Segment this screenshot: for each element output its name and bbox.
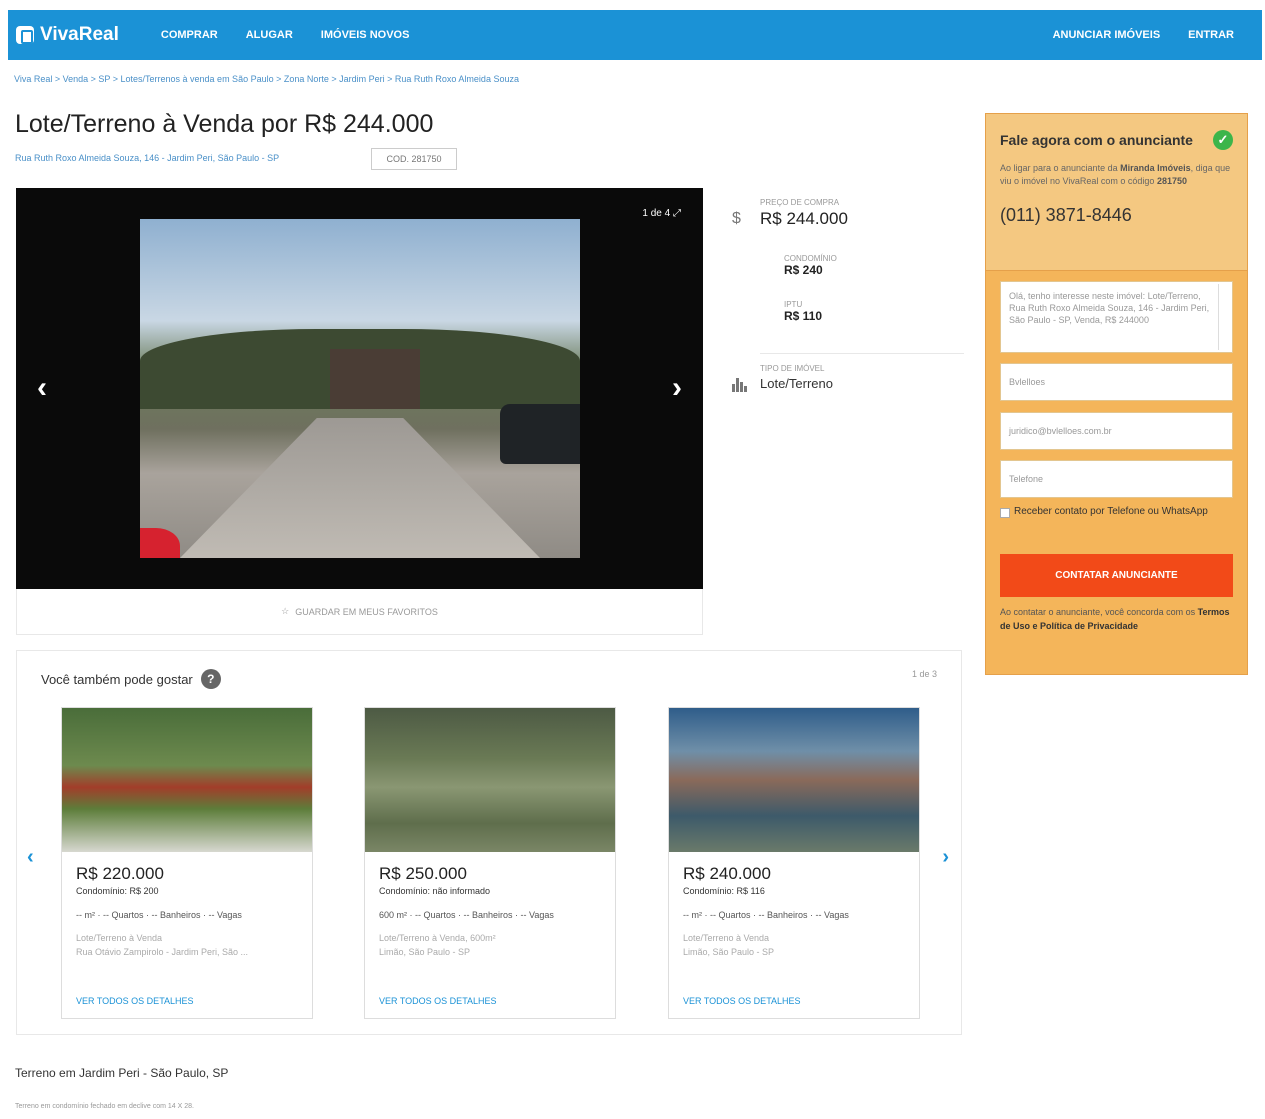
card-details-link[interactable]: VER TODOS OS DETALHES (379, 996, 497, 1006)
message-textarea[interactable]: Olá, tenho interesse neste imóvel: Lote/… (1000, 281, 1233, 353)
whatsapp-checkbox[interactable] (1000, 508, 1010, 518)
card-price: R$ 220.000 (76, 864, 164, 883)
chevron-right-icon: › (942, 846, 949, 868)
listing-address[interactable]: Rua Ruth Roxo Almeida Souza, 146 - Jardi… (15, 153, 279, 163)
building-icon (732, 378, 747, 392)
property-type: TIPO DE IMÓVEL Lote/Terreno (732, 364, 932, 404)
type-value: Lote/Terreno (760, 376, 833, 391)
card-photo (669, 708, 919, 852)
nav-entrar[interactable]: ENTRAR (1188, 29, 1234, 41)
card-details-link[interactable]: VER TODOS OS DETALHES (683, 996, 801, 1006)
type-label: TIPO DE IMÓVEL (760, 364, 825, 373)
card-description: Lote/Terreno à Venda Limão, São Paulo - S… (683, 933, 775, 957)
suggestion-card[interactable]: R$ 240.000 Condomínio: R$ 116 -- m² · --… (668, 707, 920, 1019)
price-info: $ PREÇO DE COMPRA R$ 244.000 CONDOMÍNIO … (732, 198, 964, 348)
contact-panel: Fale agora com o anunciante ✓ Ao ligar p… (985, 113, 1248, 675)
listing-code: COD. 281750 (371, 148, 457, 170)
dollar-icon: $ (732, 210, 741, 227)
condo-value: R$ 240 (784, 263, 823, 277)
card-condo: Condomínio: não informado (379, 886, 491, 896)
check-icon: ✓ (1213, 130, 1233, 150)
card-description: Lote/Terreno à Venda Rua Otávio Zampirolo… (76, 933, 249, 957)
nav-anunciar[interactable]: ANUNCIAR IMÓVEIS (1053, 29, 1161, 41)
nav-imoveis-novos[interactable]: IMÓVEIS NOVOS (321, 29, 410, 41)
iptu-value: R$ 110 (784, 309, 823, 323)
expand-icon[interactable]: ⤢ (673, 208, 681, 219)
terms-text: Ao contatar o anunciante, você concorda … (1000, 607, 1230, 631)
iptu-label: IPTU (784, 300, 803, 309)
top-navbar: VivaReal COMPRAR ALUGAR IMÓVEIS NOVOS AN… (8, 10, 1262, 60)
suggestions-prev-button[interactable]: ‹ (27, 846, 34, 869)
whatsapp-checkbox-label: Receber contato por Telefone ou WhatsApp (1014, 506, 1208, 517)
description-title: Terreno em Jardim Peri - São Paulo, SP (15, 1066, 229, 1080)
condo-label: CONDOMÍNIO (784, 254, 837, 263)
phone-field[interactable]: Telefone (1000, 460, 1233, 498)
suggestions-title: Você também pode gostar (41, 671, 193, 687)
favorite-label: GUARDAR EM MEUS FAVORITOS (295, 606, 438, 617)
chevron-right-icon: › (672, 371, 682, 404)
photo-gallery[interactable]: 1 de 4 ⤢ ‹ › (16, 188, 703, 589)
suggestion-card[interactable]: R$ 220.000 Condomínio: R$ 200 -- m² · --… (61, 707, 313, 1019)
nav-comprar[interactable]: COMPRAR (161, 29, 218, 41)
card-features: -- m² · -- Quartos · -- Banheiros · -- V… (76, 910, 242, 920)
suggestions-section: Você também pode gostar ? 1 de 3 ‹ › R$ … (16, 650, 962, 1035)
contact-phone[interactable]: (011) 3871-8446 (1000, 205, 1233, 226)
nav-alugar[interactable]: ALUGAR (246, 29, 293, 41)
card-description: Lote/Terreno à Venda, 600m² Limão, São Pa… (379, 933, 496, 957)
card-features: 600 m² · -- Quartos · -- Banheiros · -- … (379, 910, 554, 920)
email-field[interactable]: juridico@bvlelloes.com.br (1000, 412, 1233, 450)
logo[interactable]: VivaReal (16, 24, 119, 46)
contact-title: Fale agora com o anunciante (1000, 132, 1193, 148)
gallery-prev-button[interactable]: ‹ (24, 366, 60, 410)
card-photo (365, 708, 615, 852)
card-photo (62, 708, 312, 852)
name-field[interactable]: Bvlelloes (1000, 363, 1233, 401)
suggestions-page: 1 de 3 (911, 669, 937, 679)
help-icon[interactable]: ? (200, 669, 221, 689)
contact-header: Fale agora com o anunciante ✓ Ao ligar p… (986, 114, 1247, 271)
suggestions-next-button[interactable]: › (942, 846, 949, 869)
purchase-value: R$ 244.000 (760, 209, 848, 228)
divider (760, 353, 964, 354)
card-features: -- m² · -- Quartos · -- Banheiros · -- V… (683, 910, 849, 920)
gallery-next-button[interactable]: › (659, 366, 695, 410)
card-details-link[interactable]: VER TODOS OS DETALHES (76, 996, 194, 1006)
suggestion-card[interactable]: R$ 250.000 Condomínio: não informado 600… (364, 707, 616, 1019)
description-text: Terreno em condomínio fechado em declive… (15, 1103, 194, 1110)
page-title: Lote/Terreno à Venda por R$ 244.000 (15, 110, 434, 138)
contact-instructions: Ao ligar para o anunciante da Miranda Im… (1000, 163, 1231, 186)
card-condo: Condomínio: R$ 200 (76, 886, 159, 896)
contact-advertiser-button[interactable]: CONTATAR ANUNCIANTE (1000, 554, 1233, 597)
gallery-counter[interactable]: 1 de 4 ⤢ (642, 208, 681, 219)
logo-icon (16, 26, 34, 44)
star-icon: ☆ (281, 606, 290, 616)
favorite-button[interactable]: ☆ GUARDAR EM MEUS FAVORITOS (16, 589, 703, 635)
purchase-label: PREÇO DE COMPRA (760, 198, 840, 207)
whatsapp-checkbox-row[interactable]: Receber contato por Telefone ou WhatsApp (1000, 506, 1230, 518)
card-condo: Condomínio: R$ 116 (683, 886, 765, 896)
chevron-left-icon: ‹ (27, 846, 34, 868)
listing-photo (140, 219, 580, 558)
scrollbar[interactable] (1218, 284, 1230, 350)
chevron-left-icon: ‹ (37, 371, 47, 404)
card-price: R$ 250.000 (379, 864, 467, 883)
card-price: R$ 240.000 (683, 864, 771, 883)
logo-text: VivaReal (40, 24, 119, 45)
breadcrumb[interactable]: Viva Real > Venda > SP > Lotes/Terrenos … (14, 74, 519, 84)
